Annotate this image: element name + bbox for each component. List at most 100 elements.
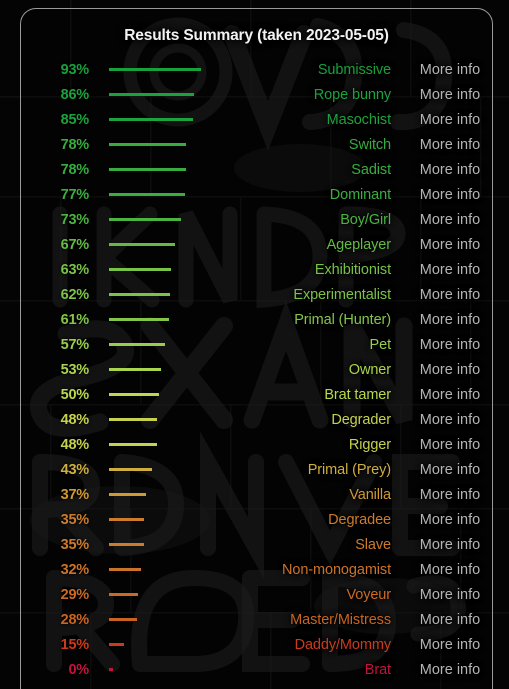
result-row: 32% Non-monogamist More info [21, 557, 492, 582]
result-bar-track [109, 507, 209, 532]
result-bar-track [109, 607, 209, 632]
result-percent: 28% [60, 611, 90, 628]
more-info-link[interactable]: More info [400, 537, 492, 553]
result-bar [109, 368, 162, 371]
result-bar [109, 118, 194, 121]
more-info-link[interactable]: More info [400, 637, 492, 653]
result-bar [109, 618, 137, 621]
result-label: Brat [364, 661, 391, 678]
more-info-link[interactable]: More info [400, 137, 492, 153]
more-info-link[interactable]: More info [400, 62, 492, 78]
result-bar-track [109, 582, 209, 607]
result-bar [109, 468, 152, 471]
result-percent: 67% [60, 236, 90, 253]
result-bar [109, 543, 144, 546]
result-bar-track [109, 407, 209, 432]
result-row: 93% Submissive More info [21, 57, 492, 82]
result-row: 48% Degrader More info [21, 407, 492, 432]
result-percent: 86% [60, 86, 90, 103]
result-bar [109, 668, 113, 671]
result-row: 29% Voyeur More info [21, 582, 492, 607]
more-info-link[interactable]: More info [400, 312, 492, 328]
more-info-link[interactable]: More info [400, 112, 492, 128]
result-percent: 61% [60, 311, 90, 328]
result-percent: 78% [60, 136, 90, 153]
result-percent: 93% [60, 61, 90, 78]
more-info-link[interactable]: More info [400, 262, 492, 278]
result-label: Rigger [348, 436, 391, 453]
result-bar [109, 218, 182, 221]
result-percent: 32% [60, 561, 90, 578]
result-row: 86% Rope bunny More info [21, 82, 492, 107]
result-label: Dominant [329, 186, 391, 203]
result-bar [109, 418, 157, 421]
result-percent: 53% [60, 361, 90, 378]
result-bar [109, 193, 186, 196]
results-summary-card: Results Summary (taken 2023-05-05) 93% Su… [20, 8, 493, 689]
result-label: Brat tamer [324, 386, 391, 403]
more-info-link[interactable]: More info [400, 362, 492, 378]
result-percent: 50% [60, 386, 90, 403]
result-bar-track [109, 357, 209, 382]
result-row: 50% Brat tamer More info [21, 382, 492, 407]
result-bar-track [109, 657, 209, 682]
more-info-link[interactable]: More info [400, 662, 492, 678]
more-info-link[interactable]: More info [400, 412, 492, 428]
result-label: Primal (Hunter) [294, 311, 391, 328]
result-row: 78% Sadist More info [21, 157, 492, 182]
result-bar-track [109, 332, 209, 357]
result-label: Pet [369, 336, 392, 353]
result-bar [109, 493, 146, 496]
more-info-link[interactable]: More info [400, 162, 492, 178]
result-percent: 35% [60, 536, 90, 553]
results-list: 93% Submissive More info 86% Rope bunny More … [21, 57, 492, 682]
more-info-link[interactable]: More info [400, 587, 492, 603]
more-info-link[interactable]: More info [400, 212, 492, 228]
result-bar-track [109, 232, 209, 257]
result-bar-track [109, 557, 209, 582]
more-info-link[interactable]: More info [400, 612, 492, 628]
result-label: Vanilla [349, 486, 391, 503]
more-info-link[interactable]: More info [400, 437, 492, 453]
result-bar-track [109, 107, 209, 132]
result-row: 35% Slave More info [21, 532, 492, 557]
result-bar [109, 393, 159, 396]
result-bar-track [109, 532, 209, 557]
result-percent: 15% [60, 636, 90, 653]
result-row: 35% Degradee More info [21, 507, 492, 532]
result-bar [109, 143, 187, 146]
more-info-link[interactable]: More info [400, 337, 492, 353]
result-label: Exhibitionist [314, 261, 391, 278]
more-info-link[interactable]: More info [400, 237, 492, 253]
result-bar-track [109, 482, 209, 507]
result-row: 28% Master/Mistress More info [21, 607, 492, 632]
result-bar-track [109, 207, 209, 232]
result-label: Non-monogamist [281, 561, 391, 578]
more-info-link[interactable]: More info [400, 512, 492, 528]
more-info-link[interactable]: More info [400, 87, 492, 103]
more-info-link[interactable]: More info [400, 387, 492, 403]
result-percent: 77% [60, 186, 90, 203]
more-info-link[interactable]: More info [400, 487, 492, 503]
result-percent: 29% [60, 586, 90, 603]
result-percent: 43% [60, 461, 90, 478]
result-bar-track [109, 82, 209, 107]
result-row: 57% Pet More info [21, 332, 492, 357]
result-row: 53% Owner More info [21, 357, 492, 382]
result-percent: 78% [60, 161, 90, 178]
result-bar-track [109, 382, 209, 407]
result-row: 48% Rigger More info [21, 432, 492, 457]
result-row: 61% Primal (Hunter) More info [21, 307, 492, 332]
result-bar-track [109, 457, 209, 482]
more-info-link[interactable]: More info [400, 187, 492, 203]
result-label: Submissive [317, 61, 391, 78]
result-bar-track [109, 632, 209, 657]
more-info-link[interactable]: More info [400, 287, 492, 303]
page-title: Results Summary (taken 2023-05-05) [124, 27, 389, 44]
result-row: 37% Vanilla More info [21, 482, 492, 507]
more-info-link[interactable]: More info [400, 562, 492, 578]
result-bar-track [109, 307, 209, 332]
result-row: 85% Masochist More info [21, 107, 492, 132]
more-info-link[interactable]: More info [400, 462, 492, 478]
result-bar-track [109, 282, 209, 307]
